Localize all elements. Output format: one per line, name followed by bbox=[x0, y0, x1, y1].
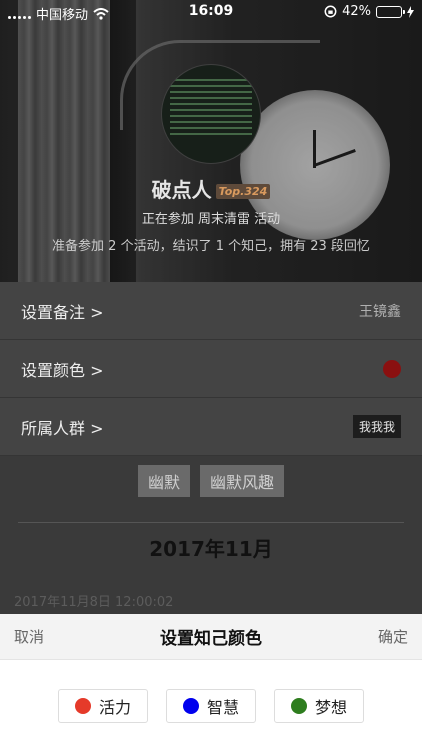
color-option-wisdom[interactable]: 智慧 bbox=[166, 689, 256, 723]
set-remark-row[interactable]: 设置备注 > 王镜鑫 bbox=[0, 282, 422, 340]
memory-timestamp: 2017年11月8日 12:00:02 bbox=[14, 595, 174, 610]
color-options: 活力 智慧 梦想 bbox=[0, 689, 422, 723]
color-option-vitality[interactable]: 活力 bbox=[58, 689, 148, 723]
tag-item[interactable]: 幽默风趣 bbox=[200, 465, 285, 497]
divider bbox=[18, 522, 404, 523]
color-option-label: 智慧 bbox=[206, 698, 239, 717]
color-swatch bbox=[182, 698, 199, 714]
tag-list: 幽默 幽默风趣 bbox=[0, 465, 422, 497]
rotation-lock-icon bbox=[324, 5, 337, 18]
set-color-label: 设置颜色 > bbox=[21, 360, 104, 380]
settings-list: 设置备注 > 王镜鑫 设置颜色 > 所属人群 > 我我我 bbox=[0, 282, 422, 456]
color-option-dream[interactable]: 梦想 bbox=[274, 689, 364, 723]
color-indicator bbox=[383, 359, 401, 378]
cancel-button[interactable]: 取消 bbox=[14, 626, 44, 647]
profile-name-row: 破点人 Top.324 bbox=[0, 174, 422, 203]
color-swatch bbox=[290, 698, 307, 714]
group-label: 所属人群 > bbox=[21, 418, 104, 438]
battery-percent: 42% bbox=[342, 4, 371, 19]
sheet-header: 取消 设置知己颜色 确定 bbox=[0, 614, 422, 660]
profile-name: 破点人 bbox=[151, 178, 212, 202]
color-picker-sheet: 取消 设置知己颜色 确定 活力 智慧 梦想 bbox=[0, 614, 422, 750]
rank-badge: Top.324 bbox=[215, 184, 271, 199]
set-color-row[interactable]: 设置颜色 > bbox=[0, 340, 422, 398]
set-remark-label: 设置备注 > bbox=[21, 302, 104, 322]
tag-item[interactable]: 幽默 bbox=[137, 465, 190, 497]
status-bar: 中国移动 16:09 42% bbox=[0, 0, 422, 24]
color-option-label: 活力 bbox=[98, 698, 131, 717]
confirm-button[interactable]: 确定 bbox=[378, 626, 408, 647]
month-header: 2017年11月 bbox=[149, 537, 273, 561]
battery-icon bbox=[376, 5, 405, 18]
current-activity-text: 正在参加 周末清雷 活动 bbox=[141, 212, 281, 227]
color-option-label: 梦想 bbox=[314, 698, 347, 717]
group-badge: 我我我 bbox=[352, 415, 401, 438]
remark-value: 王镜鑫 bbox=[359, 303, 401, 320]
group-row[interactable]: 所属人群 > 我我我 bbox=[0, 398, 422, 456]
profile-header: 破点人 Top.324 正在参加 周末清雷 活动 准备参加 2 个活动，结识了 1… bbox=[0, 0, 422, 282]
color-swatch bbox=[74, 698, 91, 714]
profile-stats-text: 准备参加 2 个活动，结识了 1 个知己，拥有 23 段回忆 bbox=[52, 239, 370, 254]
charging-icon bbox=[407, 5, 414, 18]
sheet-title: 设置知己颜色 bbox=[160, 629, 262, 649]
